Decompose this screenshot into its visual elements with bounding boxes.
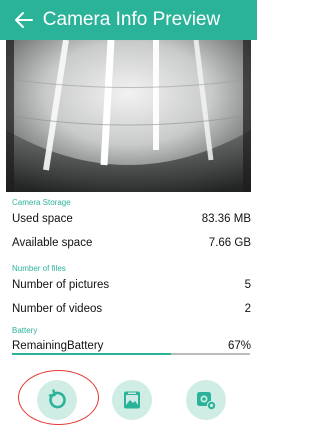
- app-bar: Camera Info Preview: [0, 0, 257, 40]
- refresh-button[interactable]: [37, 380, 77, 420]
- available-space-label: Available space: [12, 237, 93, 249]
- battery-label: RemainingBattery: [12, 340, 104, 352]
- battery-progress-fill: [12, 353, 172, 355]
- storage-section-label: Camera Storage: [12, 198, 71, 207]
- page-title: Camera Info Preview: [42, 9, 221, 30]
- pictures-row: Number of pictures 5: [12, 276, 251, 294]
- files-section-label: Number of files: [12, 264, 66, 273]
- used-space-row: Used space 83.36 MB: [12, 210, 251, 228]
- available-space-value: 7.66 GB: [208, 237, 251, 249]
- camera-settings-icon: [193, 387, 219, 413]
- available-space-row: Available space 7.66 GB: [12, 234, 251, 252]
- videos-value: 2: [244, 303, 251, 315]
- gallery-icon: [121, 389, 143, 411]
- videos-row: Number of videos 2: [12, 300, 251, 318]
- battery-value: 67%: [227, 340, 251, 352]
- camera-preview-image: [6, 40, 251, 192]
- battery-section-label: Battery: [12, 326, 38, 335]
- used-space-label: Used space: [12, 213, 73, 225]
- pictures-label: Number of pictures: [12, 279, 110, 291]
- used-space-value: 83.36 MB: [201, 213, 251, 225]
- pictures-value: 5: [244, 279, 251, 291]
- battery-progress-bar: [12, 353, 250, 355]
- gallery-button[interactable]: [112, 380, 152, 420]
- camera-settings-button[interactable]: [186, 380, 226, 420]
- videos-label: Number of videos: [12, 303, 103, 315]
- refresh-icon: [45, 388, 69, 412]
